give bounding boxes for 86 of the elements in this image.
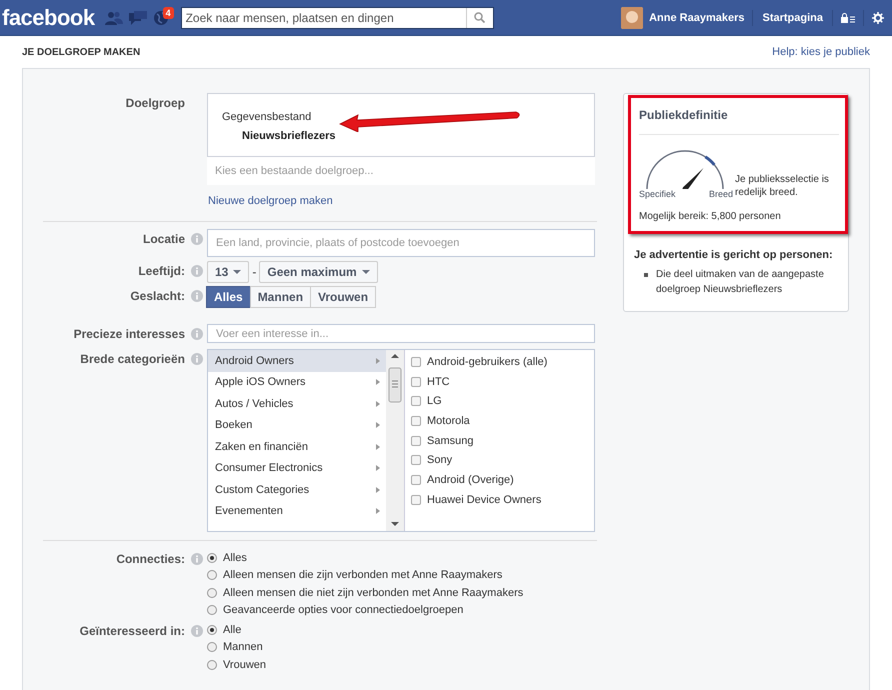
avatar-icon[interactable] [621, 6, 644, 28]
gauge-label: Breed [708, 189, 733, 199]
option-label: Huawei Device Owners [427, 494, 542, 506]
radio-button[interactable] [207, 588, 217, 598]
targeting-heading: Je advertentie is gericht op personen: [634, 249, 833, 261]
option-label: Alle [223, 624, 242, 636]
info-icon[interactable] [191, 625, 203, 637]
audience-summary: Je publieksselectie is redelijk breed. [735, 173, 830, 199]
info-icon[interactable] [191, 553, 203, 565]
option-label: Mannen [223, 641, 263, 654]
category-item[interactable]: Autos / Vehicles [208, 393, 386, 414]
field-label: Precieze interesses [72, 326, 185, 341]
targeting-item: Die deel uitmaken van de aangepaste doelgroep Nieuwsbrieflezers [656, 268, 825, 297]
info-icon[interactable] [191, 233, 203, 245]
settings-icon[interactable] [872, 12, 884, 24]
field-label: Geïnteresseerd in: [78, 623, 185, 638]
new-audience-link[interactable]: Nieuwe doelgroep maken [208, 195, 333, 207]
category-item[interactable]: Consumer Electronics [208, 458, 386, 479]
privacy-icon[interactable] [841, 12, 855, 22]
field-label: Connecties: [115, 551, 185, 566]
age-max-dropdown[interactable]: Geen maximum [259, 261, 378, 283]
option-label: Alleen mensen die niet zijn verbonden met Anne Raaymakers [223, 586, 524, 599]
field-label: Geslacht: [129, 288, 185, 303]
option-label: Geavanceerde opties voor connectiedoelgroepen [223, 604, 464, 616]
checkbox[interactable] [411, 356, 421, 367]
field-label: Locatie [142, 231, 185, 246]
gender-button[interactable]: Alles [206, 286, 251, 308]
option-label: Android (Overige) [427, 474, 514, 486]
bullet-icon [644, 273, 648, 277]
option-label: LG [427, 395, 442, 408]
info-icon[interactable] [191, 328, 203, 340]
field-label: Brede categorieën [79, 351, 185, 366]
audience-search-field[interactable]: Kies een bestaande doelgroep... [207, 157, 595, 185]
category-item[interactable]: Android Owners [208, 350, 386, 372]
option-label: HTC [427, 376, 450, 388]
checkbox[interactable] [411, 396, 421, 406]
option-label: Alles [223, 552, 247, 564]
friends-icon[interactable] [104, 10, 123, 24]
location-field[interactable]: Een land, provincie, plaats of postcode toevoegen [207, 229, 595, 257]
group-heading: Gegevensbestand [222, 111, 312, 123]
messages-icon[interactable] [128, 10, 147, 24]
profile-link[interactable]: Anne Raaymakers [649, 12, 752, 24]
field-label: Leeftijd: [137, 263, 185, 278]
help-link[interactable]: Help: kies je publiek [772, 46, 870, 58]
option-label: Motorola [427, 414, 470, 427]
search-icon[interactable] [474, 12, 486, 23]
option-label: Alleen mensen die zijn verbonden met Anne Raaymakers [223, 569, 502, 582]
interest-field[interactable]: Voer een interesse in... [207, 324, 595, 343]
gauge-label: Specifiek [639, 189, 676, 199]
gender-button[interactable]: Mannen [250, 286, 312, 308]
age-min-dropdown[interactable]: 13 [207, 261, 250, 283]
search-field[interactable]: Zoek naar mensen, plaatsen en dingen [180, 6, 494, 28]
radio-button[interactable] [207, 570, 217, 580]
category-item[interactable]: Evenementen [208, 500, 386, 522]
radio-button[interactable] [207, 660, 217, 670]
option-label: Sony [427, 454, 452, 466]
notification-badge: 4 [162, 6, 174, 18]
facebook-logo[interactable]: facebook [2, 0, 95, 36]
radio-button[interactable] [207, 642, 217, 652]
category-item[interactable]: Boeken [208, 414, 386, 436]
field-label: Doelgroep [124, 95, 185, 110]
info-icon[interactable] [191, 353, 203, 365]
age-separator: - [252, 265, 256, 279]
radio-button[interactable] [207, 605, 217, 616]
radio-button[interactable] [207, 552, 217, 563]
info-icon[interactable] [191, 265, 203, 277]
category-item[interactable]: Custom Categories [208, 479, 386, 500]
checkbox[interactable] [411, 416, 421, 426]
checkbox[interactable] [411, 494, 421, 505]
radio-button[interactable] [207, 624, 217, 635]
reach-text: Mogelijk bereik: 5,800 personen [639, 211, 781, 222]
info-icon[interactable] [191, 290, 203, 302]
option-label: Samsung [427, 434, 474, 447]
checkbox[interactable] [411, 436, 421, 446]
category-item[interactable]: Zaken en financiën [208, 436, 386, 458]
checkbox[interactable] [411, 376, 421, 387]
page-title: JE DOELGROEP MAKEN [22, 46, 140, 58]
option-label: Vrouwen [223, 658, 266, 671]
checkbox[interactable] [411, 455, 421, 466]
card-title: Publiekdefinitie [639, 108, 728, 122]
category-item[interactable]: Apple iOS Owners [208, 372, 386, 393]
option-label: Android-gebruikers (alle) [427, 356, 548, 368]
gender-button[interactable]: Vrouwen [310, 286, 376, 308]
home-link[interactable]: Startpagina [753, 12, 832, 24]
checkbox[interactable] [411, 474, 421, 485]
selected-audience[interactable]: Nieuwsbrieflezers [242, 130, 336, 142]
